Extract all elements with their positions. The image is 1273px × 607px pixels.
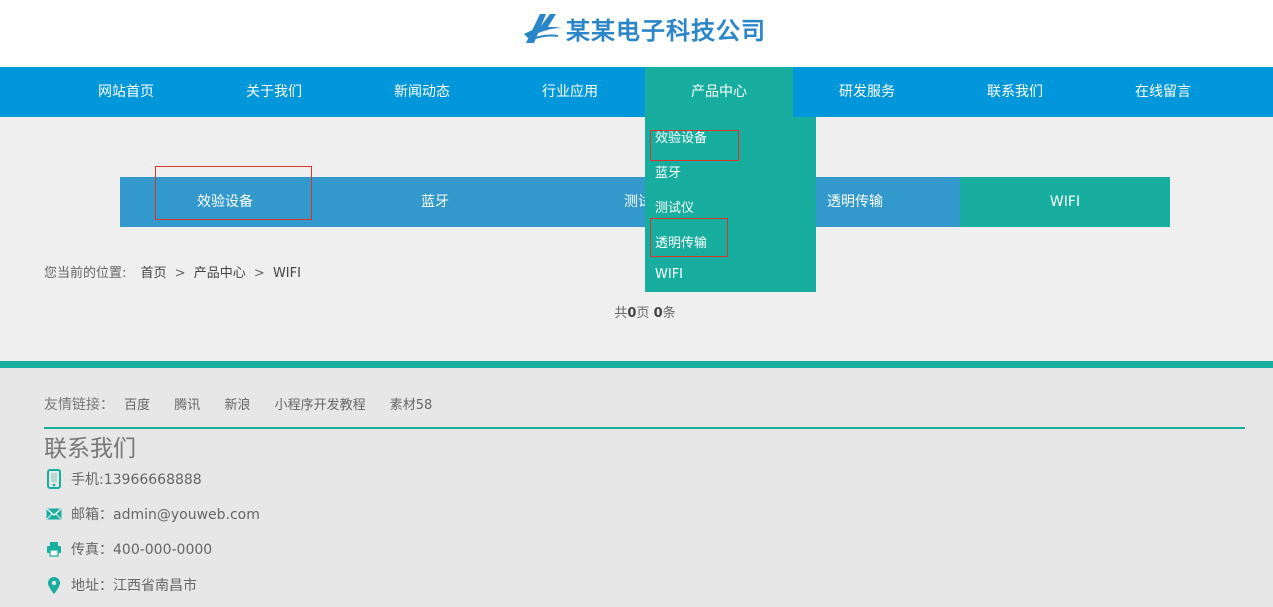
breadcrumb-home[interactable]: 首页 (141, 266, 167, 281)
contact-address-text: 地址：江西省南昌市 (71, 578, 197, 594)
pagination-summary: 共0页 0条 (0, 302, 1273, 321)
envelope-icon (44, 504, 64, 524)
dropdown-item-bluetooth[interactable]: 蓝牙 (655, 162, 681, 181)
mobile-phone-icon (44, 469, 64, 489)
nav-item-contact[interactable]: 联系我们 (941, 67, 1089, 117)
nav-item-home[interactable]: 网站首页 (52, 67, 200, 117)
site-logo[interactable]: 某某电子科技公司 (522, 10, 766, 46)
site-header: 某某电子科技公司 (0, 0, 1273, 67)
friend-links: 友情链接： 百度 腾讯 新浪 小程序开发教程 素材58 (44, 394, 452, 414)
contact-address: 地址：江西省南昌市 (44, 575, 197, 595)
pager-page-unit: 页 (636, 306, 650, 321)
friend-link-sina[interactable]: 新浪 (224, 398, 250, 413)
contact-email-text: 邮箱：admin@youweb.com (71, 507, 260, 523)
contact-phone-text: 手机:13966668888 (71, 472, 202, 488)
products-dropdown-menu: 效验设备 蓝牙 测试仪 透明传输 WIFI (645, 117, 816, 292)
dropdown-item-wifi[interactable]: WIFI (655, 267, 683, 282)
contact-title: 联系我们 (44, 436, 136, 462)
footer-top-bar (0, 361, 1273, 368)
breadcrumb-separator: > (174, 266, 186, 281)
nav-item-news[interactable]: 新闻动态 (348, 67, 496, 117)
map-pin-icon (44, 575, 64, 595)
pager-item-unit: 条 (662, 306, 676, 321)
dropdown-item-transparent[interactable]: 透明传输 (655, 232, 707, 251)
nav-item-about[interactable]: 关于我们 (200, 67, 348, 117)
footer-divider (44, 427, 1245, 429)
nav-item-products[interactable]: 产品中心 (645, 67, 793, 117)
nav-item-message[interactable]: 在线留言 (1089, 67, 1237, 117)
dropdown-item-tester[interactable]: 测试仪 (655, 197, 694, 216)
main-nav: 网站首页 关于我们 新闻动态 行业应用 产品中心 研发服务 联系我们 在线留言 (0, 67, 1273, 117)
breadcrumb: 您当前的位置: 首页 > 产品中心 > WIFI (44, 262, 301, 281)
nav-item-rnd[interactable]: 研发服务 (793, 67, 941, 117)
subnav-item-calibration[interactable]: 效验设备 (120, 177, 330, 227)
nav-item-industry[interactable]: 行业应用 (496, 67, 644, 117)
pager-prefix: 共 (614, 306, 628, 321)
breadcrumb-separator: > (253, 266, 265, 281)
dropdown-item-calibration[interactable]: 效验设备 (655, 127, 707, 146)
breadcrumb-label: 您当前的位置: (44, 266, 127, 281)
contact-phone: 手机:13966668888 (44, 469, 202, 489)
company-name: 某某电子科技公司 (566, 15, 766, 45)
friend-link-tencent[interactable]: 腾讯 (174, 398, 200, 413)
subnav-item-bluetooth[interactable]: 蓝牙 (330, 177, 540, 227)
friend-link-sucai58[interactable]: 素材58 (390, 398, 433, 413)
company-logo-icon (524, 14, 562, 43)
friend-link-baidu[interactable]: 百度 (124, 398, 150, 413)
breadcrumb-category[interactable]: 产品中心 (194, 266, 246, 281)
breadcrumb-current: WIFI (272, 266, 301, 281)
subnav-item-wifi[interactable]: WIFI (960, 177, 1170, 227)
pager-item-count: 0 (653, 306, 663, 321)
printer-icon (44, 539, 64, 559)
contact-email: 邮箱：admin@youweb.com (44, 504, 260, 524)
contact-fax: 传真：400-000-0000 (44, 539, 212, 559)
friend-links-label: 友情链接： (44, 397, 114, 413)
contact-fax-text: 传真：400-000-0000 (71, 542, 213, 558)
friend-link-miniprogram[interactable]: 小程序开发教程 (275, 398, 366, 413)
